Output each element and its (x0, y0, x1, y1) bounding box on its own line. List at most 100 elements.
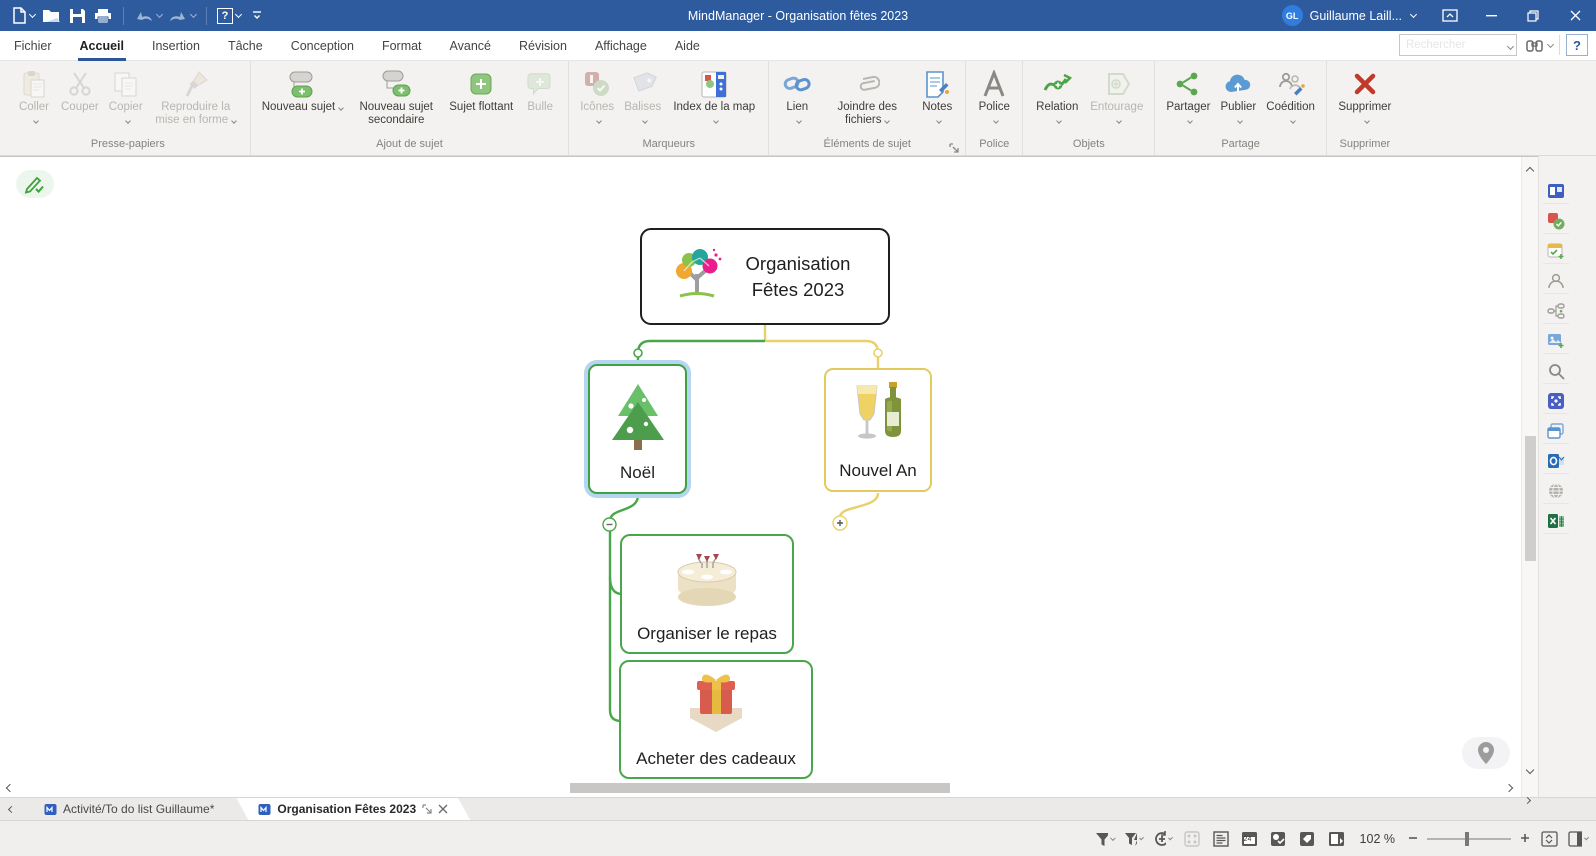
vertical-scrollbar-thumb[interactable] (1525, 436, 1536, 561)
entourage-chevron-icon[interactable] (1116, 118, 1122, 124)
new-document-button[interactable] (10, 3, 37, 29)
menu-fichier[interactable]: Fichier (0, 31, 66, 61)
outlook-icon[interactable] (1543, 448, 1569, 474)
menu-accueil[interactable]: Accueil (66, 31, 138, 61)
web-icon[interactable] (1543, 478, 1569, 504)
view-layout-button[interactable] (1568, 829, 1588, 849)
search-scope-button[interactable] (1525, 37, 1553, 53)
window-stack-icon[interactable] (1543, 418, 1569, 444)
undo-chevron-icon[interactable] (156, 11, 163, 18)
fit-map-button[interactable] (1539, 829, 1559, 849)
relation-chevron-icon[interactable] (1056, 118, 1062, 124)
menu-tache[interactable]: Tâche (214, 31, 277, 61)
scroll-left-arrow[interactable] (2, 782, 14, 794)
expand-branch-button[interactable] (832, 515, 848, 531)
avatar[interactable]: GL (1282, 5, 1303, 26)
tab-activite-todo[interactable]: Activité/To do list Guillaume* (22, 798, 236, 820)
icon-markers-icon[interactable] (1543, 208, 1569, 234)
publier-chevron-icon[interactable] (1238, 118, 1244, 124)
outline-view-button[interactable] (1211, 829, 1231, 849)
search-icon[interactable] (1543, 358, 1569, 384)
redo-button[interactable] (166, 3, 198, 29)
zoom-out-button[interactable] (1408, 831, 1418, 847)
joindre-des-fichiers-button[interactable]: Joindre des fichiers (819, 64, 915, 128)
subtopic-organiser-le-repas[interactable]: Organiser le repas (620, 534, 794, 654)
copier-chevron-icon[interactable] (125, 118, 131, 124)
search-input[interactable] (1399, 34, 1517, 56)
horizontal-scrollbar[interactable] (0, 781, 1520, 795)
menu-aide[interactable]: Aide (661, 31, 714, 61)
map-parts-icon[interactable] (1543, 178, 1569, 204)
vertical-scrollbar[interactable] (1521, 157, 1538, 797)
user-menu-chevron-icon[interactable] (1410, 11, 1417, 18)
menu-affichage[interactable]: Affichage (581, 31, 661, 61)
copier-button[interactable]: Copier (104, 64, 148, 128)
menu-format[interactable]: Format (368, 31, 436, 61)
menu-conception[interactable]: Conception (277, 31, 368, 61)
central-topic[interactable]: Organisation Fêtes 2023 (640, 228, 890, 325)
zoom-in-button[interactable] (1520, 831, 1530, 847)
nouveau-sujet-secondaire-button[interactable]: Nouveau sujet secondaire (348, 64, 444, 128)
center-map-button[interactable] (1462, 737, 1510, 769)
save-button[interactable] (65, 3, 89, 29)
tab-close-icon[interactable] (438, 804, 448, 814)
help-button[interactable]: ? (1566, 34, 1588, 56)
close-button[interactable] (1554, 0, 1596, 31)
relation-button[interactable]: Relation (1029, 64, 1085, 128)
nouveau-sujet-chevron-icon[interactable] (338, 105, 344, 111)
dialog-launcher-icon[interactable] (949, 140, 961, 152)
gantt-calendar-button[interactable]: 24 (1240, 829, 1260, 849)
reproduire-chevron-icon[interactable] (231, 118, 237, 124)
ribbon-display-options-button[interactable] (1430, 0, 1470, 31)
coller-button[interactable]: Coller (12, 64, 56, 128)
tab-scroll-right-button[interactable] (1516, 798, 1538, 803)
supprimer-chevron-icon[interactable] (1364, 118, 1370, 124)
notes-chevron-icon[interactable] (936, 118, 942, 124)
minimize-button[interactable] (1470, 0, 1512, 31)
balises-button[interactable]: Balises (619, 64, 666, 128)
lien-button[interactable]: Lien (775, 64, 819, 128)
joindre-chevron-icon[interactable] (885, 118, 891, 124)
task-pane-button[interactable] (1327, 829, 1347, 849)
police-chevron-icon[interactable] (993, 118, 999, 124)
topic-noel[interactable]: Noël (588, 364, 687, 494)
police-button[interactable]: Police (972, 64, 1016, 128)
bulle-button[interactable]: Bulle (518, 64, 562, 115)
resources-icon[interactable] (1543, 268, 1569, 294)
search-dropdown-chevron-icon[interactable] (1505, 36, 1519, 54)
topic-nouvel-an[interactable]: Nouvel An (824, 368, 932, 492)
index-chevron-icon[interactable] (713, 118, 719, 124)
balance-map-button-disabled[interactable] (1182, 829, 1202, 849)
horizontal-scrollbar-thumb[interactable] (570, 783, 950, 793)
tab-scroll-left-button[interactable] (0, 798, 22, 820)
menu-revision[interactable]: Révision (505, 31, 581, 61)
menu-avance[interactable]: Avancé (436, 31, 505, 61)
excel-icon[interactable] (1543, 508, 1569, 534)
undo-button[interactable] (132, 3, 164, 29)
supprimer-button[interactable]: Supprimer (1333, 64, 1397, 128)
search-scope-chevron-icon[interactable] (1547, 40, 1554, 47)
zoom-slider-thumb[interactable] (1465, 832, 1469, 846)
help-menu-button[interactable]: ? (215, 3, 243, 29)
tab-organisation-fetes-2023[interactable]: Organisation Fêtes 2023 (236, 798, 470, 820)
power-filter-button[interactable] (1124, 829, 1144, 849)
scroll-down-arrow[interactable] (1524, 765, 1536, 777)
task-planning-icon[interactable] (1543, 238, 1569, 264)
icones-chevron-icon[interactable] (596, 118, 602, 124)
map-links-icon[interactable] (1543, 298, 1569, 324)
refresh-add-button[interactable] (1153, 829, 1173, 849)
subtopic-acheter-des-cadeaux[interactable]: Acheter des cadeaux (619, 660, 813, 779)
restore-button[interactable] (1512, 0, 1554, 31)
sujet-flottant-button[interactable]: Sujet flottant (444, 64, 518, 115)
lien-chevron-icon[interactable] (796, 118, 802, 124)
filter-button[interactable] (1095, 829, 1115, 849)
coedition-chevron-icon[interactable] (1290, 118, 1296, 124)
collapse-branch-button[interactable] (602, 517, 617, 532)
open-file-button[interactable] (39, 3, 63, 29)
zoom-slider[interactable] (1427, 838, 1511, 840)
nouveau-sujet-button[interactable]: Nouveau sujet (257, 64, 349, 115)
new-document-chevron-icon[interactable] (29, 11, 36, 18)
tag-view-button[interactable] (1298, 829, 1318, 849)
icones-button[interactable]: Icônes (575, 64, 619, 128)
reproduire-mise-en-forme-button[interactable]: Reproduire la mise en forme (148, 64, 244, 128)
